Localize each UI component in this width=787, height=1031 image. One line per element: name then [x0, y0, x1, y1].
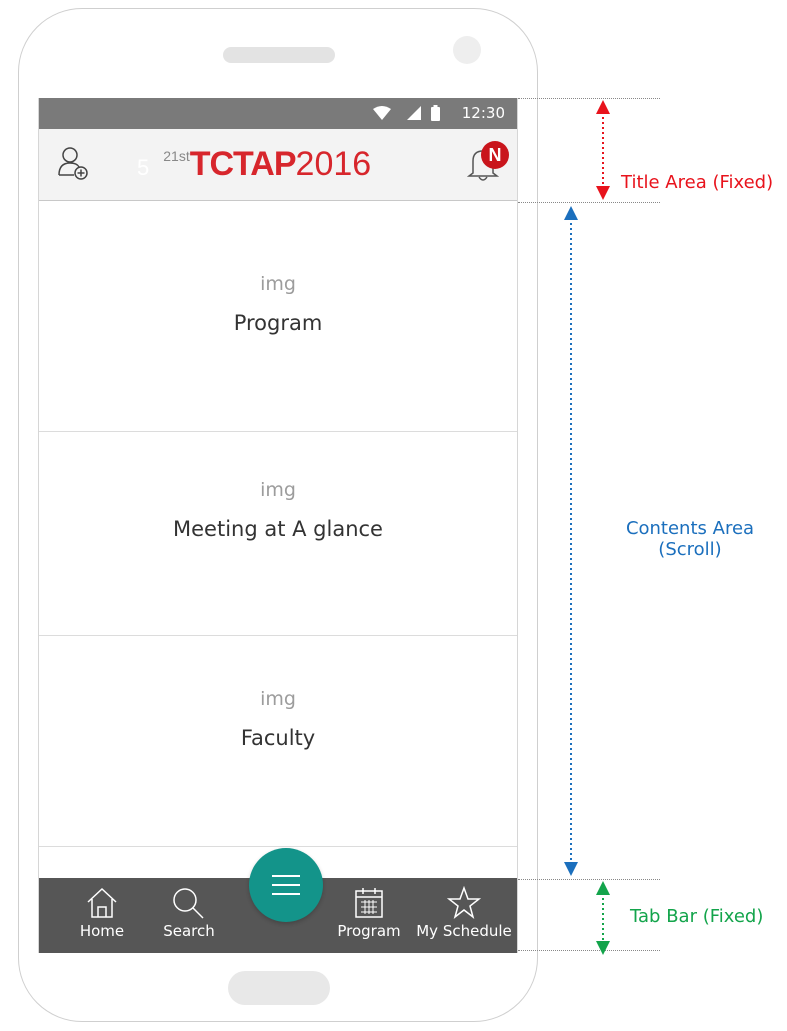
image-placeholder: img [260, 688, 296, 710]
app-logo: 5 21st TCTAP 2016 [137, 145, 371, 185]
menu-item-label: Faculty [240, 726, 316, 750]
search-icon [173, 888, 204, 919]
home-icon [87, 887, 117, 918]
tab-label: Program [337, 922, 401, 940]
status-time: 12:30 [461, 104, 505, 122]
tab-bar-note: Tab Bar (Fixed) [630, 906, 764, 927]
phone-camera [453, 36, 481, 64]
add-user-icon[interactable] [57, 145, 91, 181]
tab-bar-arrow [596, 881, 610, 955]
menu-item-label: Meeting at A glance [173, 517, 383, 541]
image-placeholder: img [260, 479, 296, 501]
phone-speaker [223, 47, 335, 63]
tab-search[interactable]: Search [154, 878, 224, 953]
phone-home-button[interactable] [228, 971, 330, 1005]
notification-badge[interactable]: N [481, 141, 509, 169]
app-screen: 12:30 5 21st TCTAP 2016 N img Program im… [38, 98, 518, 953]
contents-area[interactable]: img Program img Meeting at A glance img … [39, 201, 517, 878]
tab-label: Search [163, 922, 215, 940]
tab-label: Home [79, 922, 125, 940]
logo-lead: 5 [137, 155, 150, 180]
tab-program[interactable]: Program [332, 878, 406, 953]
contents-area-note: Contents Area (Scroll) [610, 518, 770, 560]
menu-item-meeting-at-a-glance[interactable]: img Meeting at A glance [39, 432, 517, 636]
logo-year: 2016 [295, 145, 372, 183]
contents-area-note-line1: Contents Area [625, 518, 755, 539]
calendar-icon [355, 888, 383, 918]
signal-icon [407, 106, 421, 120]
contents-area-note-line2: (Scroll) [658, 539, 722, 560]
title-area-note: Title Area (Fixed) [621, 172, 774, 193]
menu-fab-button[interactable] [249, 848, 323, 922]
menu-item-label: Program [233, 311, 323, 335]
logo-brand: TCTAP [189, 145, 297, 183]
tab-home[interactable]: Home [67, 878, 137, 953]
image-placeholder: img [260, 273, 296, 295]
wifi-icon [373, 106, 391, 120]
star-icon [447, 886, 481, 919]
menu-item-faculty[interactable]: img Faculty [39, 636, 517, 847]
tab-label: My Schedule [416, 922, 512, 940]
contents-area-arrow [564, 206, 578, 876]
logo-ordinal: 21st [163, 148, 190, 164]
title-area-arrow [596, 100, 610, 200]
menu-item-program[interactable]: img Program [39, 201, 517, 432]
tab-my-schedule[interactable]: My Schedule [414, 878, 514, 953]
status-bar: 12:30 [39, 98, 517, 129]
title-bar: 5 21st TCTAP 2016 N [39, 129, 517, 201]
battery-icon [431, 105, 440, 121]
